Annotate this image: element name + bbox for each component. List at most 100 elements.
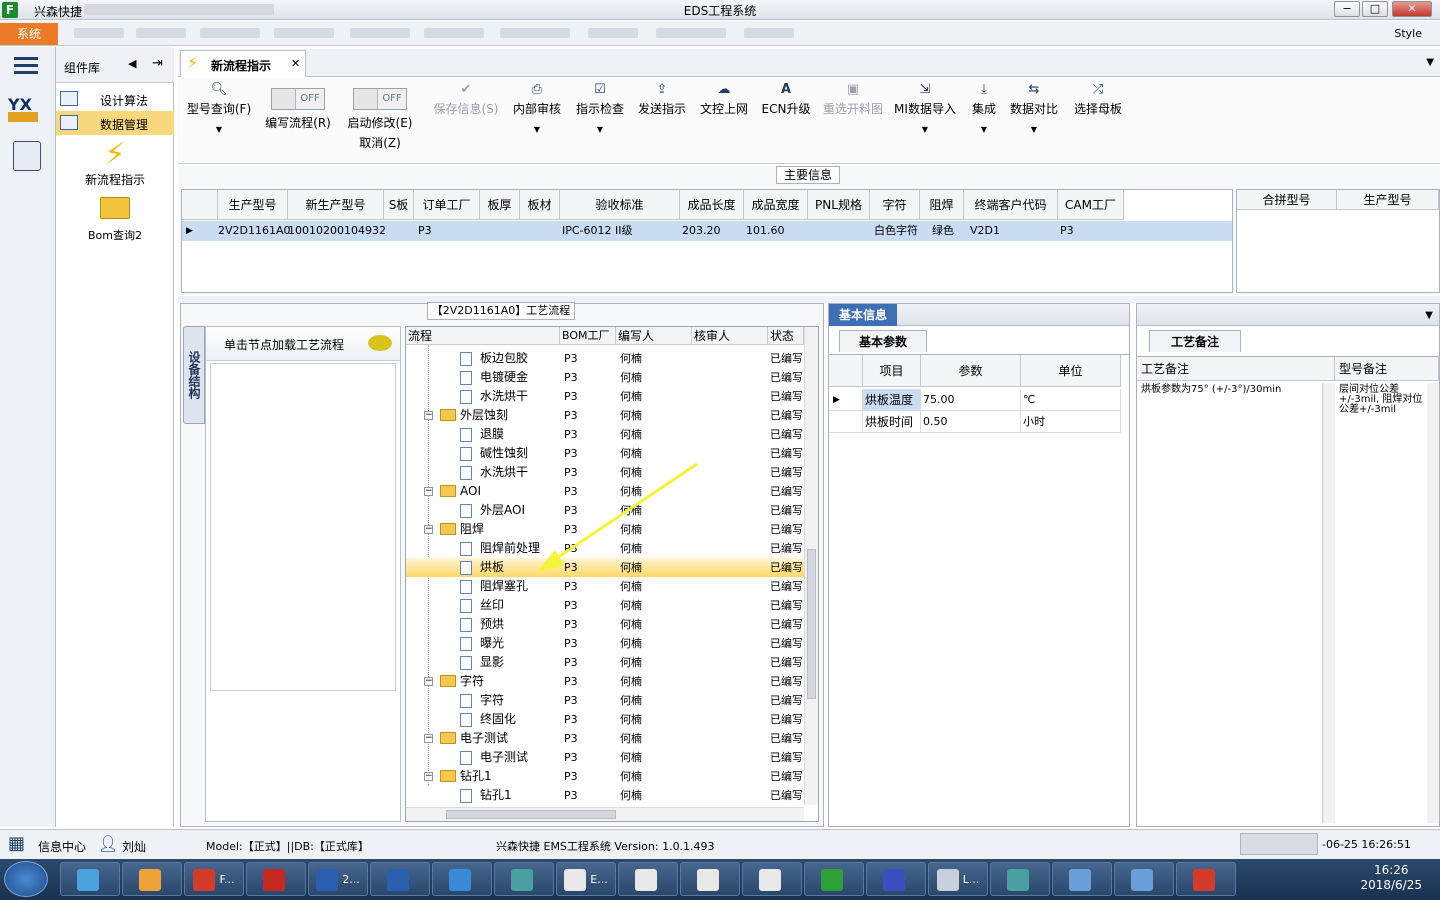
speech-bubble-icon[interactable] (368, 335, 392, 351)
factory-icon[interactable]: YX (8, 95, 44, 127)
column-header[interactable]: 流程 (406, 327, 560, 345)
scroll-thumb[interactable] (807, 549, 816, 699)
tab-close-icon[interactable]: ✕ (291, 57, 300, 70)
tree-leaf-row[interactable]: 水洗烘干 P3 何楠 已编写 (406, 387, 804, 406)
maximize-button[interactable]: □ (1362, 1, 1388, 17)
column-header[interactable]: 核审人 (692, 327, 768, 345)
save-info-button[interactable]: ✔ 保存信息(S) (428, 82, 504, 152)
column-header[interactable]: 合拼型号 (1237, 190, 1337, 210)
column-header[interactable]: 生产型号 (218, 190, 288, 220)
param-value[interactable]: 75.00 (921, 389, 1021, 411)
taskbar-button[interactable] (804, 862, 864, 896)
table-cell[interactable]: P3 (418, 221, 432, 241)
blurred-menu-item[interactable] (200, 28, 260, 38)
column-header[interactable]: 型号备注 (1335, 357, 1439, 381)
column-header[interactable]: CAM工厂 (1058, 190, 1124, 220)
tree-leaf-row[interactable]: 终固化 P3 何楠 已编写 (406, 710, 804, 729)
taskbar-button[interactable] (680, 862, 740, 896)
collapse-toggle-icon[interactable]: − (424, 677, 433, 686)
collapse-toggle-icon[interactable]: − (424, 487, 433, 496)
table-cell[interactable]: V2D1 (970, 221, 1000, 241)
column-header[interactable]: PNL规格 (808, 190, 870, 220)
column-header[interactable]: 状态 (768, 327, 804, 345)
blurred-menu-item[interactable] (424, 28, 484, 38)
collapse-toggle-icon[interactable]: − (424, 411, 433, 420)
pin-icon[interactable]: ⇥ (152, 56, 163, 71)
tree-leaf-row[interactable]: 电子测试 P3 何楠 已编写 (406, 748, 804, 767)
column-header[interactable]: 字符 (870, 190, 920, 220)
scroll-thumb[interactable] (446, 810, 616, 819)
minimize-button[interactable]: − (1334, 1, 1360, 17)
collapse-toggle-icon[interactable]: − (424, 734, 433, 743)
new-flow-instruction-tool[interactable]: ⚡ 新流程指示 (56, 139, 174, 189)
tree-folder-row[interactable]: − 外层蚀刻 P3 何楠 已编写 (406, 406, 804, 425)
blurred-menu-item[interactable] (656, 28, 726, 38)
cancel-label[interactable]: 取消(Z) (342, 134, 418, 151)
panel-dropdown-icon[interactable]: ▼ (1425, 310, 1433, 321)
tree-leaf-row[interactable]: 显影 P3 何楠 已编写 (406, 653, 804, 672)
hamburger-menu-icon[interactable] (14, 57, 38, 60)
tree-folder-row[interactable]: − 电子测试 P3 何楠 已编写 (406, 729, 804, 748)
tab-basic-params[interactable]: 基本参数 (839, 330, 927, 352)
info-center-label[interactable]: 信息中心 (38, 838, 86, 855)
taskbar-button[interactable] (246, 862, 306, 896)
param-unit[interactable]: 小时 (1021, 411, 1121, 433)
system-menu[interactable]: 系统 (0, 23, 58, 45)
model-note-text[interactable]: 层间对位公差+/-3mil, 阻焊对位公差+/-3mil (1335, 383, 1427, 823)
table-row[interactable]: ▶ 烘板温度 75.00 ℃ (829, 389, 1121, 411)
taskbar-button[interactable] (1052, 862, 1112, 896)
internal-review-button[interactable]: ⎙ 内部审核 ▼ (510, 82, 564, 152)
tray-icons[interactable] (1240, 833, 1318, 855)
taskbar-button[interactable] (370, 862, 430, 896)
tree-leaf-row[interactable]: 钻孔1 P3 何楠 已编写 (406, 786, 804, 805)
column-header[interactable]: 单位 (1021, 355, 1121, 387)
table-cell[interactable]: 101.60 (746, 221, 785, 241)
collapse-toggle-icon[interactable]: − (424, 525, 433, 534)
select-mother-board-button[interactable]: ⤮ 选择母板 (1070, 82, 1126, 152)
column-header[interactable]: 工艺备注 (1137, 357, 1335, 381)
tree-folder-row[interactable]: − 字符 P3 何楠 已编写 (406, 672, 804, 691)
tree-leaf-row[interactable]: 电镀硬金 P3 何楠 已编写 (406, 368, 804, 387)
tree-leaf-row[interactable]: 板边包胶 P3 何楠 已编写 (406, 349, 804, 368)
lib-item-data-management[interactable]: 数据管理 (56, 111, 174, 135)
column-header[interactable]: 阻焊 (920, 190, 964, 220)
table-cell[interactable]: 白色字符 (874, 221, 918, 241)
taskbar-button[interactable] (1114, 862, 1174, 896)
calculator-icon[interactable] (13, 141, 41, 171)
tab-new-flow-instruction[interactable]: ⚡ 新流程指示 ✕ (180, 50, 306, 77)
tree-leaf-row[interactable]: 曝光 P3 何楠 已编写 (406, 634, 804, 653)
taskbar-button[interactable] (618, 862, 678, 896)
tab-list-dropdown-icon[interactable]: ▼ (1426, 57, 1434, 68)
blurred-menu-item[interactable] (350, 28, 410, 38)
column-header[interactable]: 板材 (520, 190, 560, 220)
tree-leaf-row[interactable]: 丝印 P3 何楠 已编写 (406, 596, 804, 615)
param-item[interactable]: 烘板温度 (863, 389, 921, 411)
lib-item-design-algorithm[interactable]: 设计算法 (56, 87, 174, 111)
process-note-text[interactable]: 烘板参数为75° (+/-3°)/30min (1137, 383, 1323, 823)
taskbar-button[interactable]: F... (184, 862, 244, 896)
blurred-menu-item[interactable] (744, 28, 794, 38)
column-header[interactable]: 项目 (863, 355, 921, 387)
blurred-menu-item[interactable] (500, 28, 570, 38)
send-instruction-button[interactable]: ⇪ 发送指示 (634, 82, 690, 152)
column-header[interactable]: 验收标准 (560, 190, 680, 220)
column-header[interactable]: 成品宽度 (744, 190, 808, 220)
taskbar-button[interactable] (122, 862, 182, 896)
tree-leaf-row[interactable]: 字符 P3 何楠 已编写 (406, 691, 804, 710)
edit-flow-toggle[interactable]: OFF 编写流程(R) (260, 84, 336, 154)
blurred-menu-item[interactable] (588, 28, 638, 38)
taskbar-button[interactable]: L... (928, 862, 988, 896)
table-cell[interactable]: 10010200104932 (288, 221, 386, 241)
column-header[interactable]: BOM工厂 (560, 327, 616, 345)
tab-process-notes[interactable]: 工艺备注 (1149, 330, 1241, 352)
column-header[interactable]: 订单工厂 (414, 190, 480, 220)
blurred-menu-item[interactable] (136, 28, 186, 38)
collapse-toggle-icon[interactable]: − (424, 772, 433, 781)
model-query-button[interactable]: 🔍︎ 型号查询(F) ▼ (184, 82, 254, 152)
tree-folder-row[interactable]: − 钻孔1 P3 何楠 已编写 (406, 767, 804, 786)
taskbar-button[interactable] (494, 862, 554, 896)
tree-leaf-row[interactable]: 退膜 P3 何楠 已编写 (406, 425, 804, 444)
mi-import-button[interactable]: ⇲ MI数据导入 ▼ (892, 82, 958, 152)
param-item[interactable]: 烘板时间 (863, 411, 921, 433)
collapse-left-icon[interactable]: ◀ (128, 57, 136, 70)
